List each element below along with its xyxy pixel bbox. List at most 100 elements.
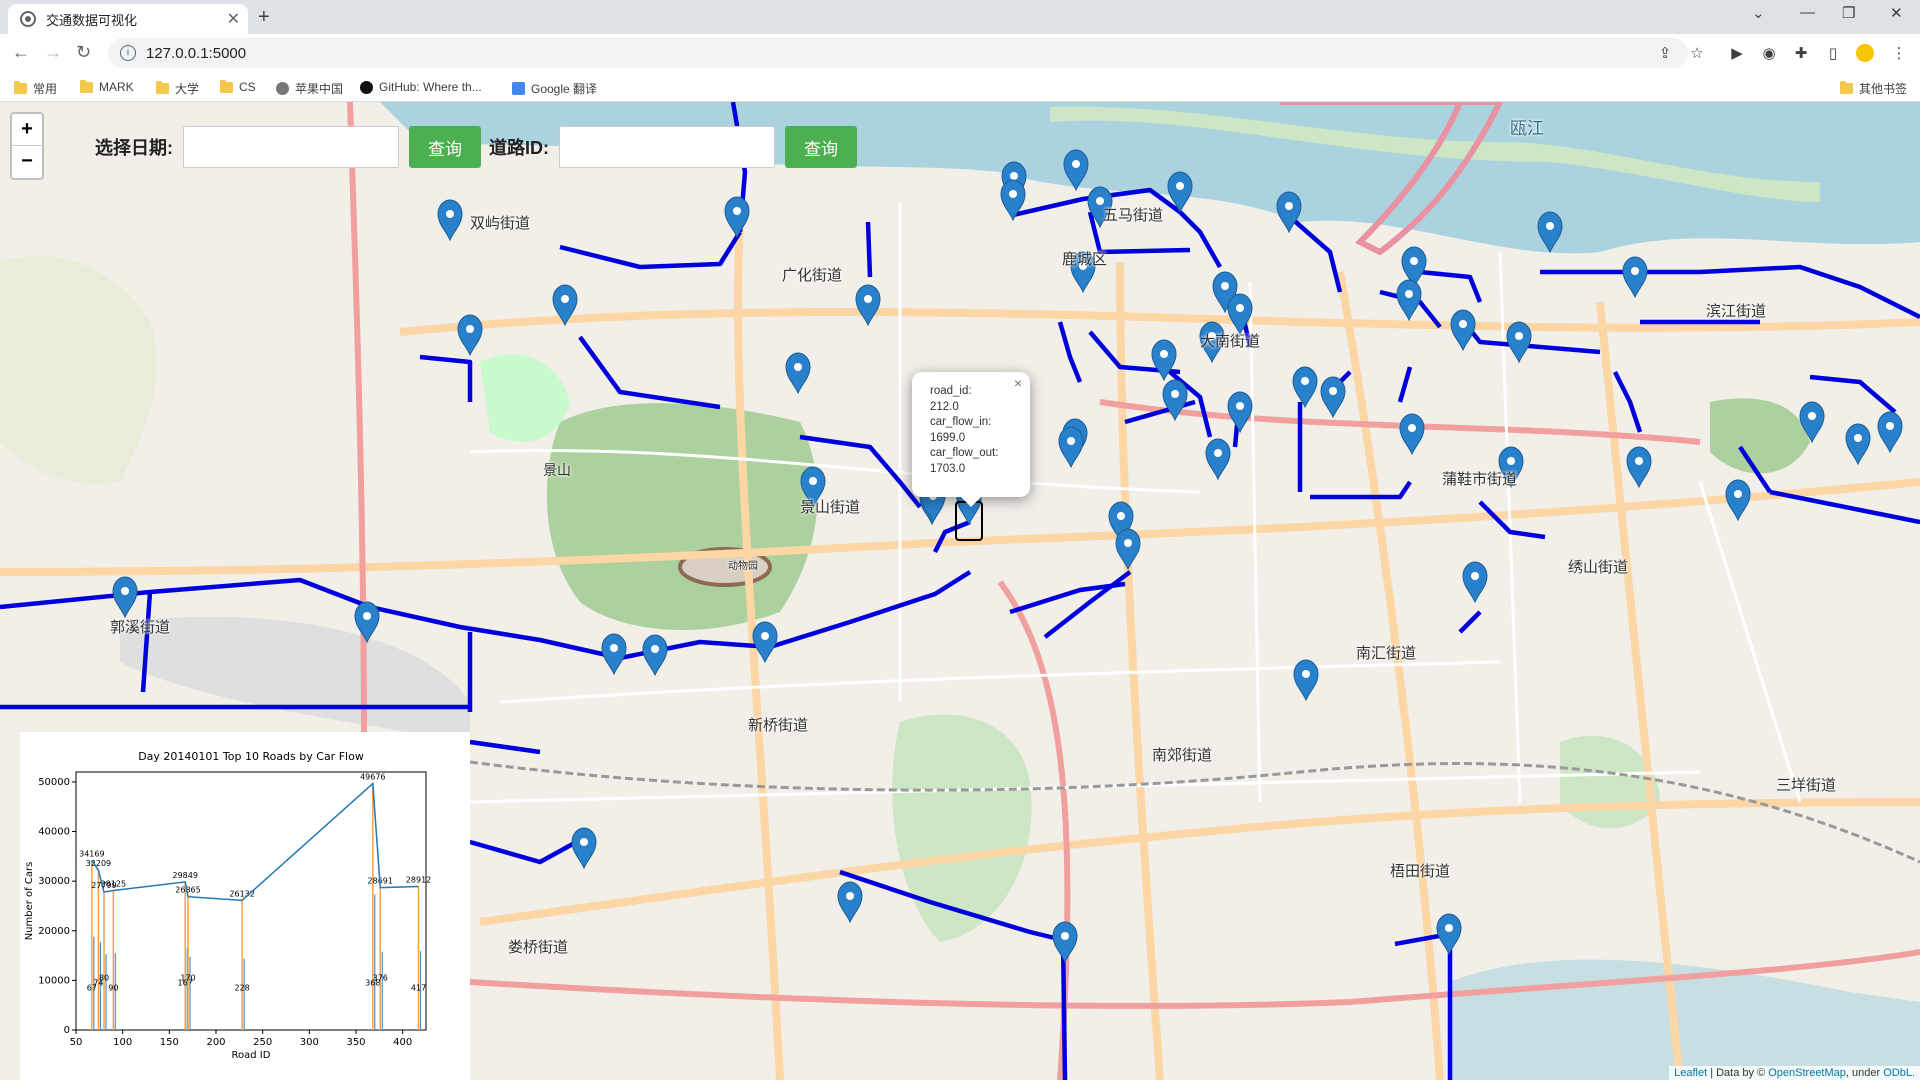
profile-avatar[interactable] bbox=[1856, 44, 1874, 62]
flow-chart-panel: Day 20140101 Top 10 Roads by Car Flow 50 1… bbox=[20, 732, 470, 1080]
map-marker-dot bbox=[1631, 267, 1639, 275]
map-marker-icon[interactable] bbox=[1115, 528, 1141, 571]
browser-tab[interactable]: 交通数据可视化 ✕ bbox=[8, 4, 248, 34]
sidepanel-icon[interactable]: ▯ bbox=[1824, 44, 1842, 62]
bookmark-item[interactable]: GitHub: Where th... bbox=[360, 80, 482, 94]
flow-chart: Day 20140101 Top 10 Roads by Car Flow 50 1… bbox=[24, 750, 431, 1061]
osm-link[interactable]: OpenStreetMap bbox=[1768, 1067, 1846, 1079]
map-container[interactable]: 瓯江 双屿街道 五马街道 鹿城区 广化街道 大南街道 滨江街道 蒲鞋市街道 景山… bbox=[0, 102, 1920, 1080]
map-marker-dot bbox=[846, 892, 854, 900]
map-marker-icon[interactable] bbox=[1396, 279, 1422, 322]
bookmark-label: 苹果中国 bbox=[295, 82, 344, 96]
menu-icon[interactable]: ⋮ bbox=[1890, 44, 1908, 62]
map-marker-icon[interactable] bbox=[1462, 561, 1488, 604]
bookmark-item[interactable]: MARK bbox=[80, 79, 134, 94]
bookmark-item[interactable]: Google 翻译 bbox=[512, 80, 597, 97]
date-input[interactable] bbox=[183, 126, 399, 168]
map-marker-icon[interactable] bbox=[1399, 413, 1425, 456]
map-marker-icon[interactable] bbox=[1227, 391, 1253, 434]
place-label: 五马街道 bbox=[1103, 207, 1164, 224]
popup-road-id: 212.0 bbox=[930, 400, 959, 413]
new-tab-button[interactable]: + bbox=[258, 6, 270, 29]
road-id-input[interactable] bbox=[559, 126, 775, 168]
bookmark-label: 常用 bbox=[33, 82, 58, 96]
bookmark-item[interactable]: 常用 bbox=[14, 80, 57, 97]
map-marker-icon[interactable] bbox=[601, 633, 627, 676]
y-tick-label: 0 bbox=[64, 1025, 70, 1036]
bookmark-star-icon[interactable]: ☆ bbox=[1688, 44, 1706, 62]
puzzle-icon[interactable]: ✚ bbox=[1792, 44, 1810, 62]
map-marker-icon[interactable] bbox=[1450, 309, 1476, 352]
map-marker-dot bbox=[1329, 387, 1337, 395]
bookmark-item[interactable]: 大学 bbox=[156, 80, 199, 97]
odbl-link[interactable]: ODbL. bbox=[1883, 1067, 1915, 1079]
y-tick-label: 30000 bbox=[38, 876, 70, 887]
road-id-label: 170 bbox=[180, 973, 195, 982]
leaflet-link[interactable]: Leaflet bbox=[1674, 1067, 1707, 1079]
tab-search-icon[interactable]: ⌄ bbox=[1752, 4, 1765, 22]
y-tick-label: 40000 bbox=[38, 827, 70, 838]
y-tick-label: 10000 bbox=[38, 975, 70, 986]
map-marker-icon[interactable] bbox=[112, 576, 138, 619]
map-marker-icon[interactable] bbox=[1626, 446, 1652, 489]
map-marker-icon[interactable] bbox=[1227, 293, 1253, 336]
share-icon[interactable]: ⇪ bbox=[1656, 44, 1674, 62]
restore-icon[interactable]: ❐ bbox=[1842, 4, 1855, 22]
map-marker-icon[interactable] bbox=[437, 199, 463, 242]
folder-icon bbox=[156, 81, 169, 94]
popup-close-button[interactable]: × bbox=[1014, 375, 1022, 392]
map-marker-icon[interactable] bbox=[1622, 256, 1648, 299]
place-label: 景山 bbox=[543, 462, 571, 478]
close-window-icon[interactable]: ✕ bbox=[1890, 4, 1903, 22]
map-marker-icon[interactable] bbox=[642, 634, 668, 677]
bookmark-item[interactable]: 其他书签 bbox=[1840, 80, 1907, 97]
map-marker-icon[interactable] bbox=[1506, 321, 1532, 364]
map-marker-icon[interactable] bbox=[1293, 659, 1319, 702]
map-marker-icon[interactable] bbox=[1320, 376, 1346, 419]
map-marker-icon[interactable] bbox=[1058, 426, 1084, 469]
extension-circle-icon[interactable]: ◉ bbox=[1760, 44, 1778, 62]
map-marker-dot bbox=[809, 477, 817, 485]
map-marker-icon[interactable] bbox=[457, 314, 483, 357]
road-id-label: 道路ID: bbox=[489, 138, 549, 158]
road-query-button[interactable]: 查询 bbox=[785, 126, 857, 168]
bookmark-label: CS bbox=[239, 80, 256, 94]
forward-icon[interactable]: → bbox=[44, 42, 62, 63]
reload-icon[interactable]: ↻ bbox=[76, 42, 91, 63]
zoom-in-button[interactable]: + bbox=[12, 114, 42, 146]
date-label: 选择日期: bbox=[95, 138, 173, 158]
minimize-icon[interactable]: — bbox=[1800, 4, 1815, 21]
map-marker-icon[interactable] bbox=[1436, 913, 1462, 956]
place-label: 瓯江 bbox=[1510, 119, 1544, 138]
folder-icon bbox=[80, 79, 93, 93]
map-marker-icon[interactable] bbox=[724, 196, 750, 239]
map-marker-icon[interactable] bbox=[1845, 423, 1871, 466]
map-marker-icon[interactable] bbox=[855, 284, 881, 327]
map-marker-icon[interactable] bbox=[571, 827, 597, 870]
play-extension-icon[interactable]: ▶ bbox=[1728, 44, 1746, 62]
bookmark-label: 其他书签 bbox=[1859, 82, 1908, 96]
y-tick-label: 20000 bbox=[38, 926, 70, 937]
zoom-out-button[interactable]: − bbox=[12, 146, 42, 178]
map-marker-icon[interactable] bbox=[1052, 921, 1078, 964]
map-marker-dot bbox=[651, 645, 659, 653]
info-icon[interactable]: i bbox=[120, 45, 136, 61]
bookmark-label: GitHub: Where th... bbox=[379, 80, 482, 94]
map-marker-icon[interactable] bbox=[1725, 479, 1751, 522]
place-label: 鹿城区 bbox=[1062, 251, 1108, 268]
popup-flow-in-key: car_flow_in: bbox=[930, 416, 992, 429]
map-marker-icon[interactable] bbox=[837, 881, 863, 924]
road-id-label: 90 bbox=[108, 983, 118, 992]
map-marker-icon[interactable] bbox=[785, 352, 811, 395]
map-marker-icon[interactable] bbox=[1877, 411, 1903, 454]
bookmark-item[interactable]: CS bbox=[220, 79, 256, 94]
place-label: 景山街道 bbox=[800, 499, 861, 516]
map-marker-icon[interactable] bbox=[1292, 366, 1318, 409]
close-tab-icon[interactable]: ✕ bbox=[227, 9, 240, 29]
address-bar[interactable]: i 127.0.0.1:5000 bbox=[108, 38, 1688, 68]
chart-title: Day 20140101 Top 10 Roads by Car Flow bbox=[138, 750, 364, 763]
date-query-button[interactable]: 查询 bbox=[409, 126, 481, 168]
back-icon[interactable]: ← bbox=[12, 42, 30, 63]
map-marker-icon[interactable] bbox=[1205, 438, 1231, 481]
bookmark-item[interactable]: 苹果中国 bbox=[276, 80, 343, 97]
